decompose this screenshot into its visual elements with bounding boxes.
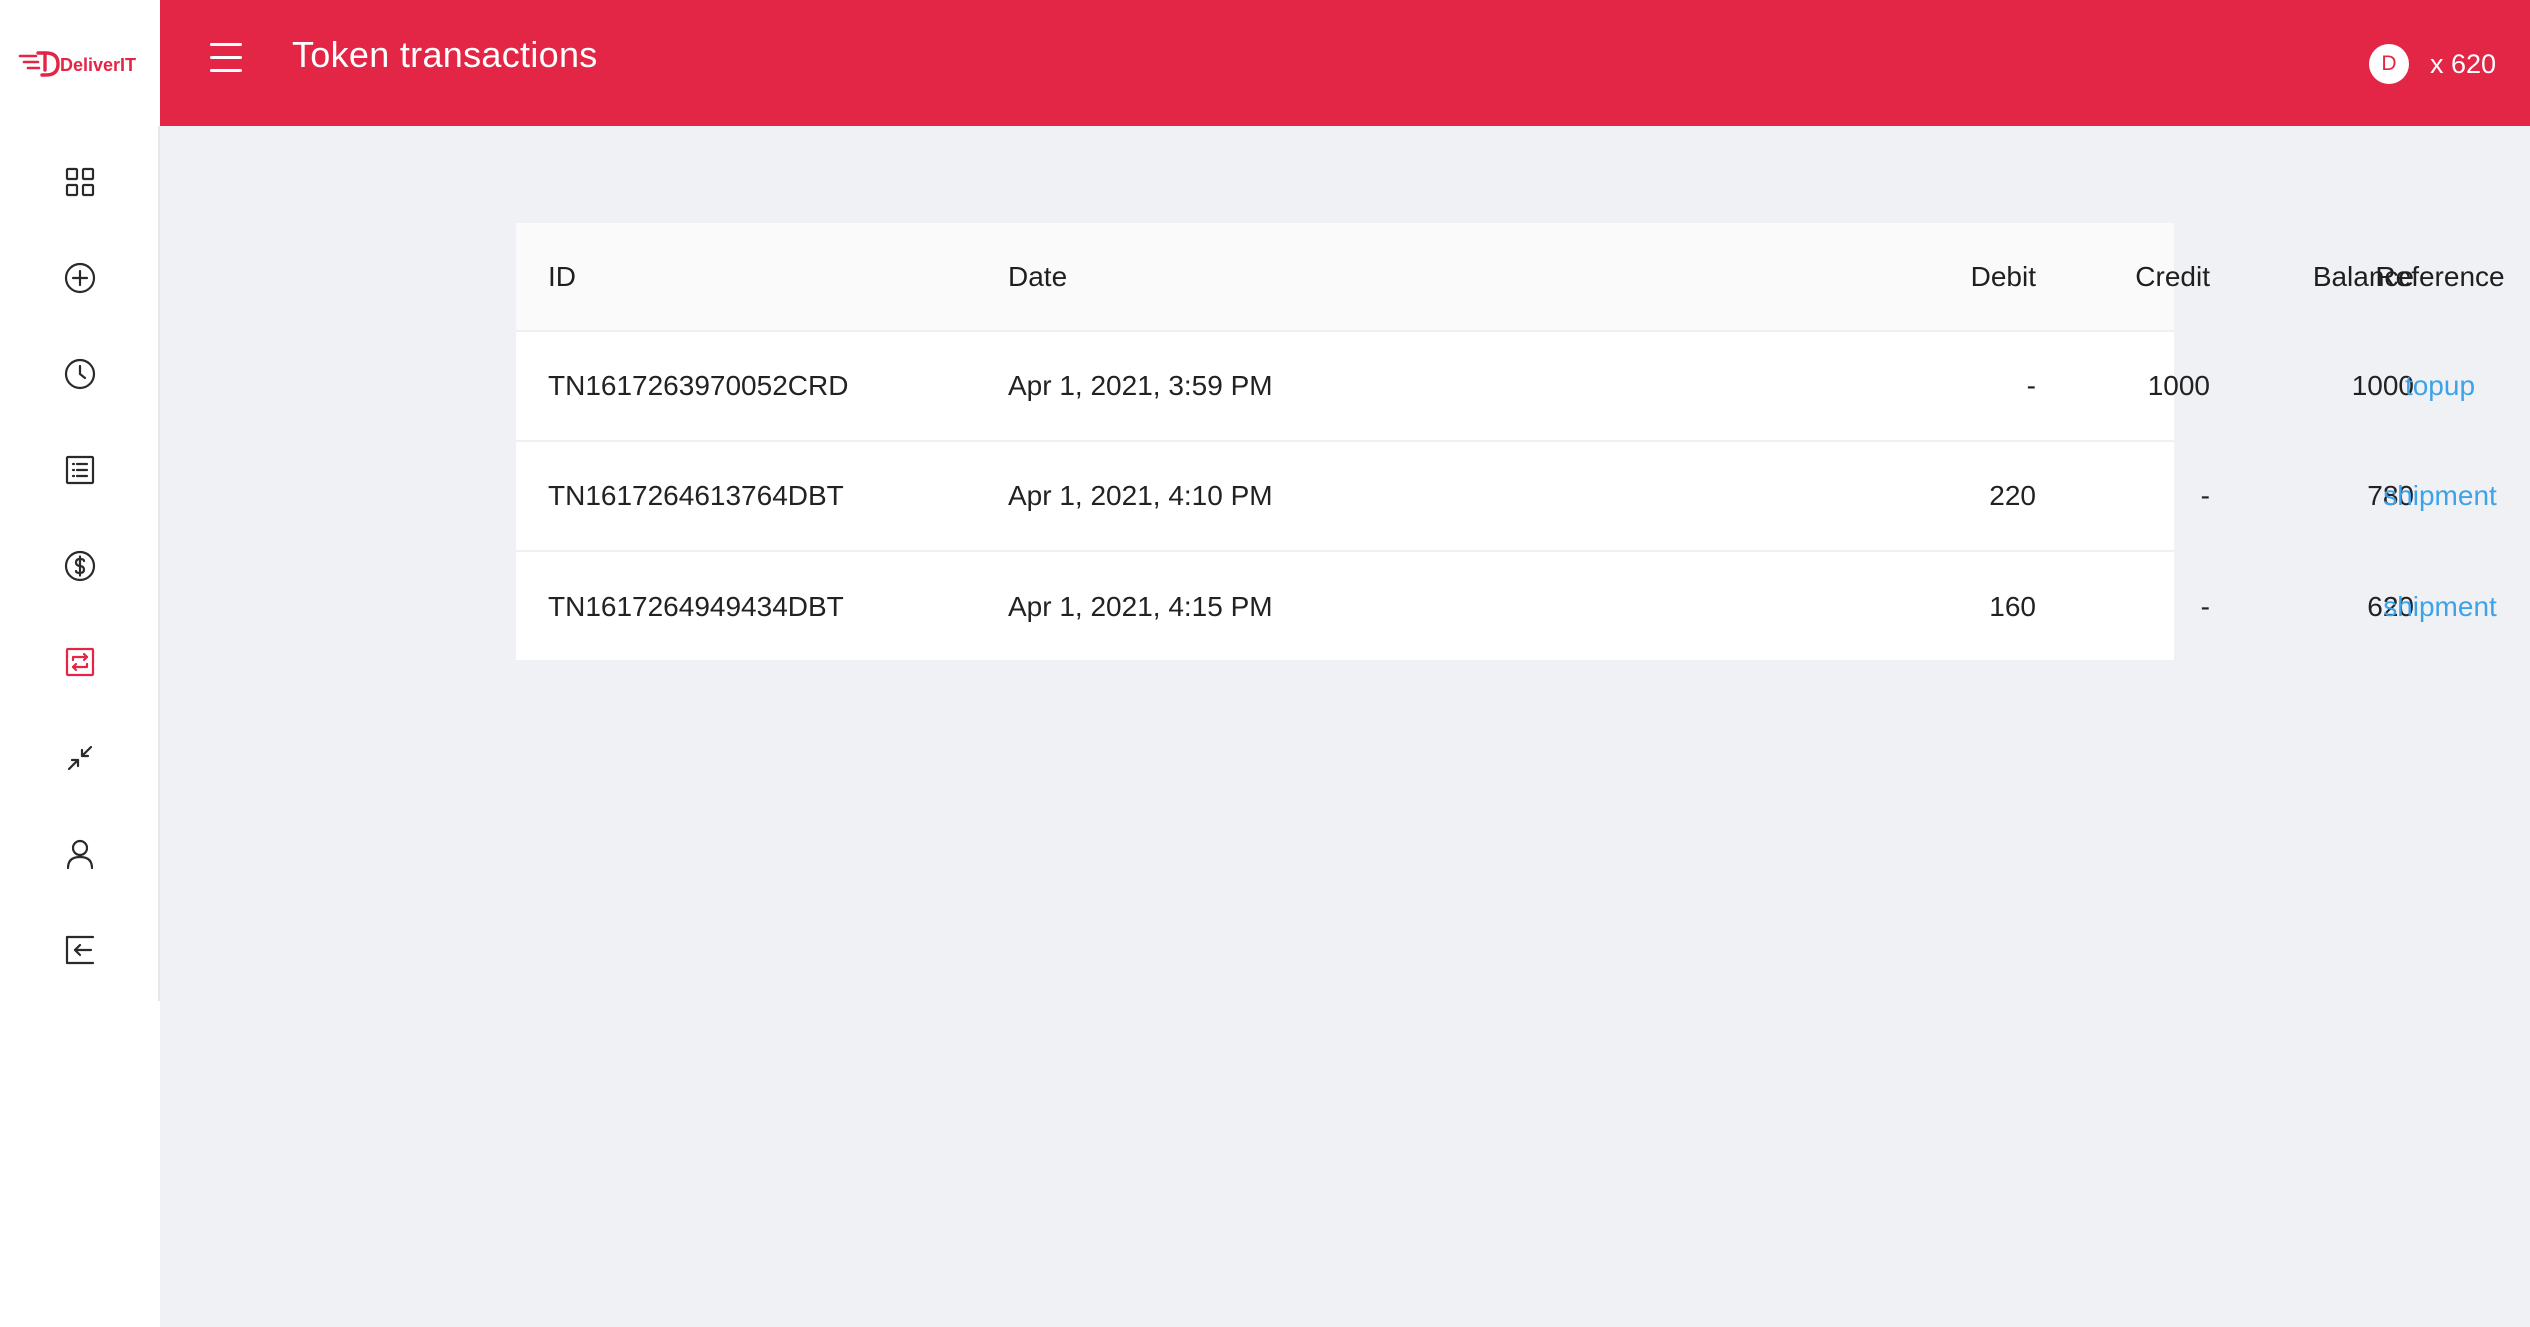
cell-id: TN1617263970052CRD: [548, 370, 849, 401]
column-header-date[interactable]: Date: [1008, 223, 1067, 330]
menu-icon: [210, 43, 242, 46]
sidebar-item-new-shipment[interactable]: [0, 230, 160, 326]
minimize-icon: [67, 745, 93, 771]
sidebar-item-logout[interactable]: [0, 902, 160, 998]
reference-link[interactable]: shipment: [2320, 552, 2530, 662]
cell-id: TN1617264613764DBT: [548, 480, 844, 511]
table-header-row: ID Date Debit Credit Balance Reference: [516, 223, 2505, 332]
dollar-icon: [64, 550, 96, 582]
reference-link[interactable]: shipment: [2320, 442, 2530, 550]
sidebar: DeliverIT: [0, 0, 160, 1327]
column-header-id[interactable]: ID: [548, 223, 576, 330]
plus-circle-icon: [64, 262, 96, 294]
sidebar-item-payments[interactable]: [0, 518, 160, 614]
column-header-reference[interactable]: Reference: [2320, 223, 2530, 330]
table-row: TN1617263970052CRD Apr 1, 2021, 3:59 PM …: [516, 332, 2475, 442]
sidebar-item-dashboard[interactable]: [0, 134, 160, 230]
deliverit-logo[interactable]: DeliverIT: [0, 0, 160, 126]
transactions-table: ID Date Debit Credit Balance Reference T…: [516, 223, 2505, 662]
page-title: Token transactions: [292, 34, 598, 75]
sidebar-item-orders[interactable]: [0, 422, 160, 518]
table-row: TN1617264613764DBT Apr 1, 2021, 4:10 PM …: [516, 442, 2497, 552]
logo-mark-icon: DeliverIT: [18, 51, 136, 77]
cell-date: Apr 1, 2021, 4:15 PM: [1008, 591, 1273, 622]
table-row: TN1617264949434DBT Apr 1, 2021, 4:15 PM …: [516, 552, 2497, 662]
user-icon: [66, 839, 94, 870]
sidebar-item-profile[interactable]: [0, 806, 160, 902]
reference-link[interactable]: topup: [2320, 332, 2530, 440]
avatar[interactable]: D: [2369, 44, 2409, 84]
token-balance: x 620: [2430, 49, 2497, 79]
logout-icon: [65, 935, 95, 965]
sidebar-divider: [158, 126, 160, 1001]
cell-id: TN1617264949434DBT: [548, 591, 844, 622]
cell-date: Apr 1, 2021, 4:10 PM: [1008, 480, 1273, 511]
sidebar-item-collapse[interactable]: [0, 710, 160, 806]
list-icon: [65, 455, 95, 485]
logo-text: DeliverIT: [60, 55, 136, 75]
sidebar-item-token-transactions[interactable]: [0, 614, 160, 710]
cell-date: Apr 1, 2021, 3:59 PM: [1008, 370, 1273, 401]
grid-icon: [65, 167, 95, 197]
top-header: Token transactions D x 620: [160, 0, 2530, 126]
transfer-icon: [65, 647, 95, 677]
hamburger-menu-button[interactable]: [206, 38, 246, 78]
clock-icon: [64, 358, 96, 390]
sidebar-item-history[interactable]: [0, 326, 160, 422]
